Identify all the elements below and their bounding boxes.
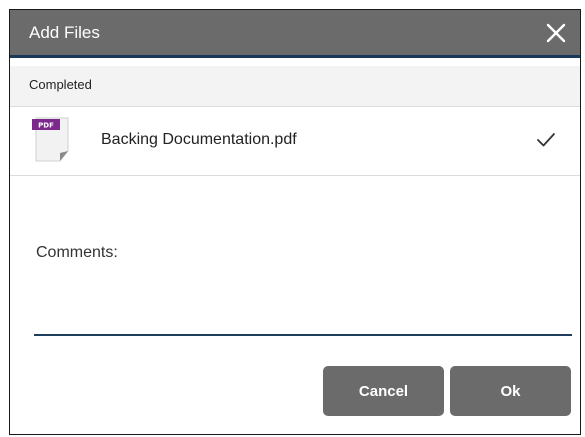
file-name: Backing Documentation.pdf: [101, 131, 297, 148]
section-heading: Completed: [29, 77, 92, 92]
close-icon[interactable]: [546, 23, 566, 43]
dialog-title: Add Files: [29, 23, 100, 42]
completed-section-header: Completed: [10, 66, 580, 107]
dialog-titlebar: Add Files: [10, 10, 580, 58]
comments-input[interactable]: [34, 294, 572, 336]
pdf-badge-label: PDF: [38, 122, 54, 130]
comments-label: Comments:: [36, 244, 118, 261]
add-files-dialog: Add Files Completed PDF Backing Document…: [9, 9, 581, 435]
ok-button[interactable]: Ok: [450, 366, 571, 416]
pdf-file-icon: PDF: [32, 117, 69, 162]
checkmark-icon: [537, 133, 555, 147]
cancel-button[interactable]: Cancel: [323, 366, 444, 416]
file-list-item: PDF Backing Documentation.pdf: [10, 107, 580, 176]
